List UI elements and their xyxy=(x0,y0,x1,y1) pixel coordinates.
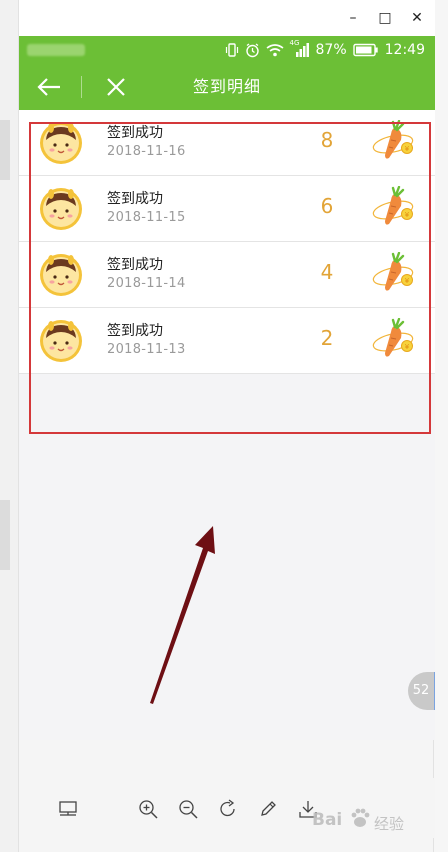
checkin-record-list: 签到成功 2018-11-16 8 ¥ 签到成功 2018-11-15 6 ¥ … xyxy=(19,110,435,374)
watermark-brand: Bai xyxy=(312,810,343,830)
carrot-coin-icon: ¥ xyxy=(372,120,414,159)
background-desktop-left xyxy=(0,0,18,852)
close-window-button[interactable]: ✕ xyxy=(409,10,425,26)
battery-icon xyxy=(352,43,378,57)
list-item[interactable]: 签到成功 2018-11-14 4 ¥ xyxy=(19,242,435,308)
background-block xyxy=(0,120,10,180)
svg-text:¥: ¥ xyxy=(405,211,410,219)
status-icons: 4G 87% 12:49 xyxy=(225,39,425,60)
wifi-icon xyxy=(266,44,283,57)
signal-bars-icon xyxy=(295,43,309,57)
cartoon-avatar-icon xyxy=(40,188,82,230)
record-date: 2018-11-15 xyxy=(107,210,186,225)
status-bar: 4G 87% 12:49 xyxy=(19,36,435,64)
background-desktop-right xyxy=(434,0,448,852)
list-item[interactable]: 签到成功 2018-11-16 8 ¥ xyxy=(19,110,435,176)
record-points: 8 xyxy=(320,128,334,152)
vibrate-icon xyxy=(225,43,238,57)
record-points: 2 xyxy=(320,326,334,350)
record-points: 4 xyxy=(320,260,334,284)
cartoon-avatar-icon xyxy=(40,254,82,296)
zoom-in-icon[interactable] xyxy=(137,798,159,820)
list-item[interactable]: 签到成功 2018-11-13 2 ¥ xyxy=(19,308,435,374)
screenshot-stage: – □ ✕ 4G 87% 12:49 签到明细 签到成功 2018-11-16 … xyxy=(0,0,448,852)
page-title: 签到明细 xyxy=(192,77,261,96)
floating-count-bubble[interactable]: 52 xyxy=(408,672,435,710)
status-time: 12:49 xyxy=(384,42,425,58)
svg-text:¥: ¥ xyxy=(405,343,410,351)
background-block xyxy=(0,500,10,570)
carrot-coin-icon: ¥ xyxy=(372,186,414,225)
record-date: 2018-11-16 xyxy=(107,144,186,159)
watermark-suffix: 经验 xyxy=(374,815,405,833)
list-item[interactable]: 签到成功 2018-11-15 6 ¥ xyxy=(19,176,435,242)
phone-screenshot: 4G 87% 12:49 签到明细 签到成功 2018-11-16 8 ¥ 签到… xyxy=(19,36,435,740)
record-date: 2018-11-13 xyxy=(107,342,186,357)
carrot-coin-icon: ¥ xyxy=(372,318,414,357)
svg-text:¥: ¥ xyxy=(405,145,410,153)
cartoon-avatar-icon xyxy=(40,122,82,164)
image-viewer-window: – □ ✕ 4G 87% 12:49 签到明细 签到成功 2018-11-16 … xyxy=(18,0,435,852)
alarm-icon xyxy=(245,42,259,57)
window-titlebar: – □ ✕ xyxy=(19,0,435,36)
blurred-carrier-label xyxy=(27,44,85,56)
battery-percent: 87% xyxy=(315,42,347,58)
paw-logo-icon xyxy=(351,808,370,827)
record-date: 2018-11-14 xyxy=(107,276,186,291)
record-title: 签到成功 xyxy=(107,125,163,141)
minimize-button[interactable]: – xyxy=(345,10,361,26)
cellular-signal: 4G xyxy=(290,39,310,58)
carrot-coin-icon: ¥ xyxy=(372,252,414,291)
edit-pen-icon[interactable] xyxy=(257,798,279,820)
thumbnail-icon[interactable] xyxy=(57,798,79,820)
zoom-out-icon[interactable] xyxy=(177,798,199,820)
baidu-watermark: Bai 经验 xyxy=(312,800,430,836)
record-title: 签到成功 xyxy=(107,257,163,273)
nav-bar: 签到明细 xyxy=(19,64,435,110)
cartoon-avatar-icon xyxy=(40,320,82,362)
record-title: 签到成功 xyxy=(107,323,163,339)
rotate-icon[interactable] xyxy=(217,798,239,820)
record-title: 签到成功 xyxy=(107,191,163,207)
svg-text:¥: ¥ xyxy=(405,277,410,285)
record-points: 6 xyxy=(320,194,334,218)
maximize-button[interactable]: □ xyxy=(377,10,393,26)
